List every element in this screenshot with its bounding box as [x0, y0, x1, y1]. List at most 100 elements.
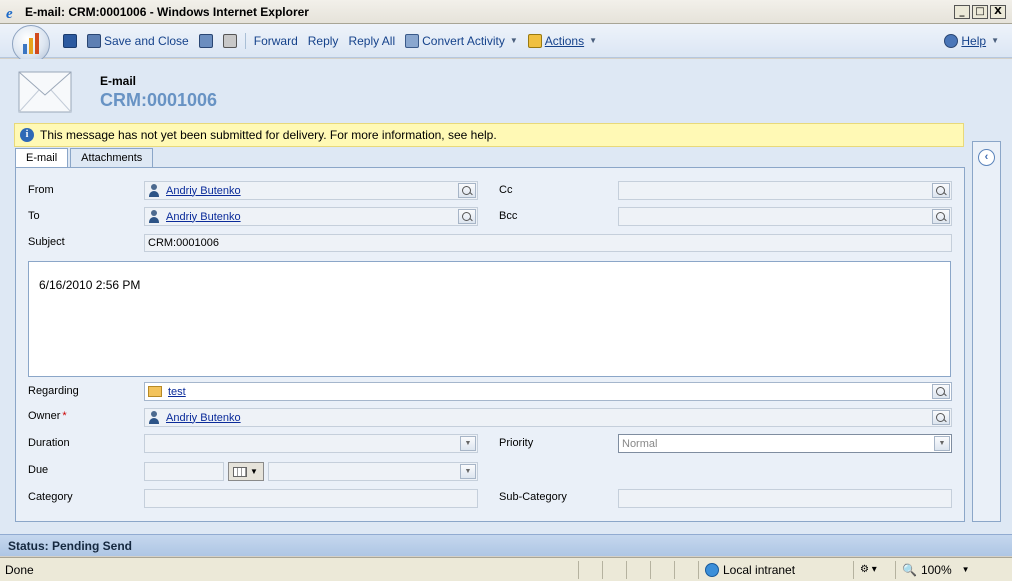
protected-mode[interactable]: ⚙ ▾ [853, 560, 895, 579]
calendar-icon [233, 466, 247, 477]
from-field[interactable]: Andriy Butenko [144, 181, 478, 200]
status-cell [650, 560, 674, 579]
reply-label: Reply [307, 33, 339, 48]
security-zone[interactable]: Local intranet [698, 560, 853, 579]
lookup-icon[interactable] [932, 384, 950, 399]
command-toolbar: Save and Close Forward Reply Reply All C… [0, 24, 1012, 63]
status-cell [602, 560, 626, 579]
window-titlebar: e E-mail: CRM:0001006 - Windows Internet… [0, 0, 1012, 24]
subject-field[interactable]: CRM:0001006 [144, 234, 952, 252]
minimize-button[interactable]: _ [954, 4, 970, 19]
reply-all-button[interactable]: Reply All [343, 30, 400, 52]
email-envelope-icon [18, 71, 72, 113]
print-icon [222, 33, 237, 48]
from-value[interactable]: Andriy Butenko [166, 185, 241, 197]
forward-label: Forward [253, 33, 298, 48]
save-close-label: Save and Close [104, 33, 189, 48]
help-button[interactable]: Help ▼ [939, 30, 1004, 52]
regarding-value[interactable]: test [168, 386, 186, 398]
from-label: From [28, 184, 54, 196]
regarding-label: Regarding [28, 385, 79, 397]
tab-email[interactable]: E-mail [15, 148, 69, 168]
record-status-text: Status: Pending Send [8, 538, 133, 553]
owner-label-text: Owner [28, 410, 61, 422]
browser-status-bar: Done Local intranet ⚙ ▾ 🔍 100% ▼ [0, 557, 1012, 581]
email-form: From Andriy Butenko Cc To Andriy Butenko… [15, 167, 965, 522]
user-icon [148, 410, 160, 425]
email-body[interactable]: 6/16/2010 2:56 PM [28, 261, 951, 377]
save-button[interactable] [58, 30, 82, 52]
lookup-icon[interactable] [458, 209, 476, 224]
convert-icon [405, 33, 420, 48]
owner-value[interactable]: Andriy Butenko [166, 412, 241, 424]
chevron-down-icon[interactable]: ▼ [934, 436, 950, 451]
due-time-select[interactable]: ▼ [268, 462, 478, 481]
status-cell [578, 560, 602, 579]
tab-attachments[interactable]: Attachments [70, 148, 154, 167]
priority-value: Normal [622, 437, 658, 450]
notification-bar: i This message has not yet been submitte… [14, 123, 964, 147]
owner-label: Owner * [28, 410, 67, 422]
actions-button[interactable]: Actions ▼ [523, 30, 602, 52]
actions-icon [527, 33, 542, 48]
close-button[interactable]: X [990, 4, 1006, 19]
priority-select[interactable]: Normal ▼ [618, 434, 952, 453]
record-status-bar: Status: Pending Send [0, 534, 1012, 556]
cc-label: Cc [499, 184, 513, 196]
regarding-field[interactable]: test [144, 382, 952, 401]
lookup-icon[interactable] [458, 183, 476, 198]
to-field[interactable]: Andriy Butenko [144, 207, 478, 226]
chevron-down-icon[interactable]: ▼ [460, 464, 476, 479]
priority-label: Priority [499, 437, 534, 449]
crm-logo[interactable] [12, 24, 50, 63]
convert-activity-button[interactable]: Convert Activity ▼ [400, 30, 523, 52]
save-as-icon [198, 33, 213, 48]
lookup-icon[interactable] [932, 209, 950, 224]
save-icon [63, 33, 77, 48]
save-as-button[interactable] [194, 30, 218, 52]
to-value[interactable]: Andriy Butenko [166, 211, 241, 223]
email-body-text: 6/16/2010 2:56 PM [39, 278, 141, 292]
category-label: Category [28, 491, 73, 503]
notification-text: This message has not yet been submitted … [40, 128, 497, 142]
help-label: Help [961, 33, 987, 48]
chevron-down-icon: ▼ [509, 36, 518, 45]
subject-value: CRM:0001006 [148, 237, 219, 249]
chevron-down-icon: ▼ [250, 467, 258, 476]
status-cell [674, 560, 698, 579]
subject-label: Subject [28, 236, 65, 248]
chevron-down-icon[interactable]: ▼ [460, 436, 476, 451]
info-icon: i [20, 128, 34, 142]
lookup-icon[interactable] [932, 410, 950, 425]
bcc-field[interactable] [618, 207, 952, 226]
chevron-down-icon: ▼ [589, 36, 598, 45]
intranet-icon [705, 562, 719, 577]
due-date-field[interactable] [144, 462, 224, 481]
protected-mode-icon: ⚙ ▾ [860, 564, 877, 575]
duration-select[interactable]: ▼ [144, 434, 478, 453]
save-close-button[interactable]: Save and Close [82, 30, 194, 52]
category-field[interactable] [144, 489, 478, 508]
subcategory-field[interactable] [618, 489, 952, 508]
window-title: E-mail: CRM:0001006 - Windows Internet E… [25, 4, 309, 19]
chevron-down-icon: ▼ [961, 565, 970, 574]
print-button[interactable] [218, 30, 242, 52]
lookup-icon[interactable] [932, 183, 950, 198]
expand-panel-button[interactable]: ‹ [978, 149, 995, 166]
zoom-control[interactable]: 🔍 100% ▼ [895, 560, 976, 579]
reply-button[interactable]: Reply [303, 30, 344, 52]
calendar-button[interactable]: ▼ [228, 462, 264, 481]
owner-field[interactable]: Andriy Butenko [144, 408, 952, 427]
zoom-icon: 🔍 [902, 562, 917, 577]
to-label: To [28, 210, 40, 222]
related-panel: ‹ [972, 141, 1001, 522]
required-marker: * [62, 410, 67, 422]
maximize-button[interactable]: □ [972, 4, 988, 19]
cc-field[interactable] [618, 181, 952, 200]
forward-button[interactable]: Forward [249, 30, 303, 52]
duration-label: Duration [28, 437, 70, 449]
actions-label: Actions [544, 33, 585, 48]
page-title: CRM:0001006 [100, 90, 218, 110]
reply-all-label: Reply All [348, 33, 396, 48]
zoom-value: 100% [920, 562, 952, 577]
